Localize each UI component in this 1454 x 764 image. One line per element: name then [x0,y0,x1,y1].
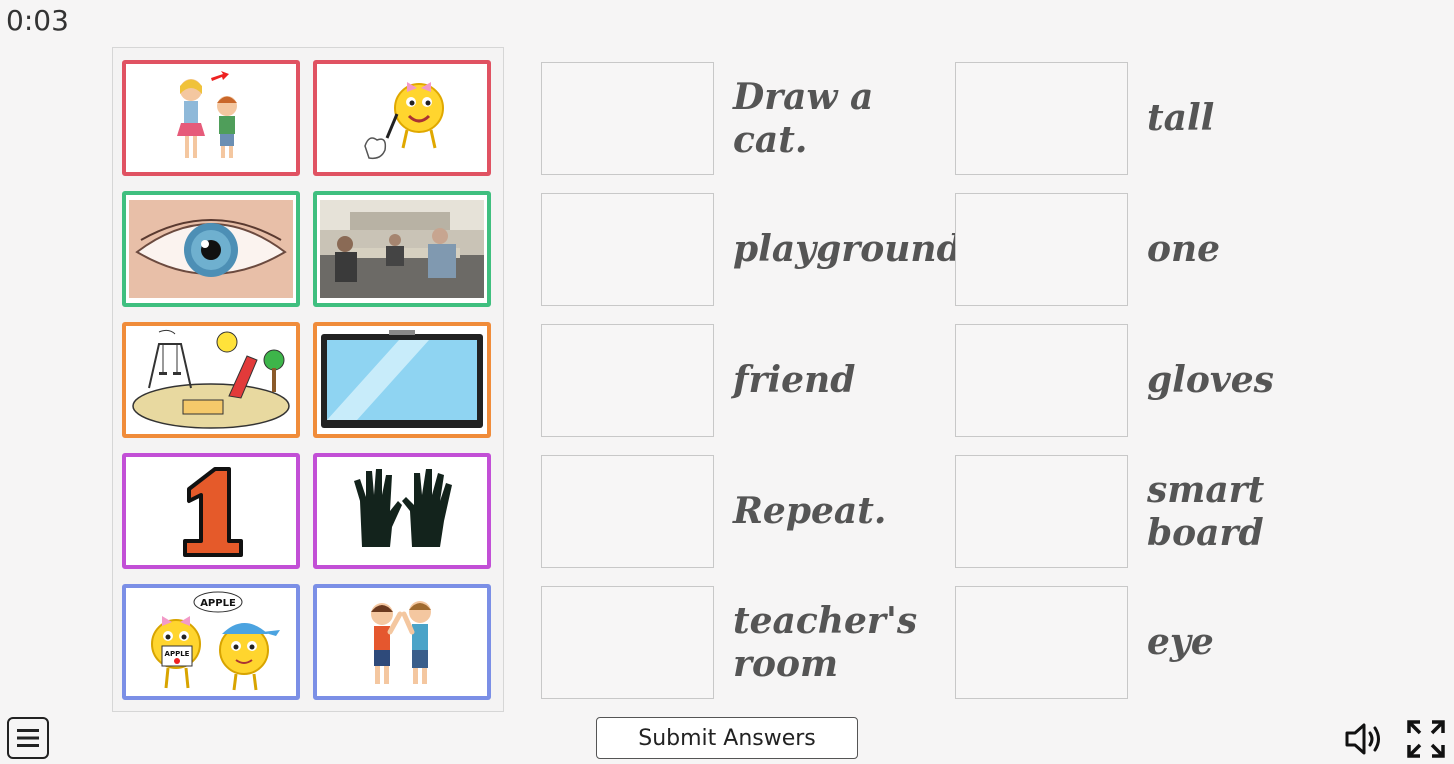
tall-children-picture [177,71,237,158]
draw-cat-card[interactable] [313,60,491,176]
smart-board-card[interactable] [313,322,491,438]
fullscreen-button[interactable] [1406,719,1446,764]
word-label: Draw a cat. [733,75,874,161]
smileys-repeat-apple-picture: APPLE APPLE [151,591,280,691]
submit-answers-button[interactable]: Submit Answers [596,717,858,759]
repeat-card[interactable]: APPLE APPLE [122,584,300,700]
smiley-drawing-cat-picture [364,82,444,160]
answer-slot-5[interactable] [541,586,714,699]
word-label: one [1147,228,1221,270]
answer-slot-10[interactable] [955,586,1128,699]
answer-slot-6[interactable] [955,62,1128,175]
menu-icon [17,729,39,747]
word-label: Repeat. [733,490,887,532]
friends-picture [371,601,431,684]
smart-board-picture [321,330,483,428]
word-label: playground [733,228,962,270]
word-label: smart board [1147,468,1265,554]
answer-slot-1[interactable] [541,62,714,175]
answer-slot-3[interactable] [541,324,714,437]
timer: 0:03 [6,4,69,37]
teachers-room-card[interactable] [313,191,491,307]
menu-button[interactable] [7,717,49,759]
speaker-icon [1345,723,1380,755]
tall-card[interactable] [122,60,300,176]
answer-slot-8[interactable] [955,324,1128,437]
picture-card-panel: 1 APPLE APPLE [112,47,504,712]
fullscreen-icon [1407,720,1445,758]
answer-slot-4[interactable] [541,455,714,568]
one-card[interactable]: 1 [122,453,300,569]
playground-picture [132,329,290,429]
apple-sign: APPLE [165,650,190,658]
eye-picture [129,200,293,298]
answer-slot-7[interactable] [955,193,1128,306]
sound-button[interactable] [1344,720,1384,763]
number-one-picture: 1 [183,467,243,557]
word-label: eye [1147,621,1214,663]
playground-card[interactable] [122,322,300,438]
eye-card[interactable] [122,191,300,307]
word-label: gloves [1147,359,1274,401]
word-label: tall [1147,97,1215,139]
apple-speech-label: APPLE [200,598,236,609]
word-label: friend [733,359,856,401]
answer-slot-9[interactable] [955,455,1128,568]
teachers-room-picture [320,200,484,298]
friend-card[interactable] [313,584,491,700]
answer-slot-2[interactable] [541,193,714,306]
gloves-picture [354,469,452,547]
gloves-card[interactable] [313,453,491,569]
word-label: teacher's room [733,599,918,685]
